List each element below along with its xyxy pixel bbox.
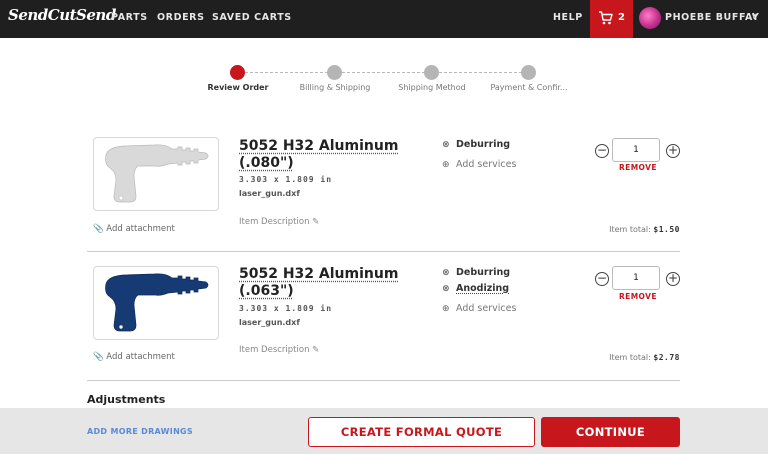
- step-connector: [439, 72, 522, 73]
- service-label: Deburring: [456, 267, 511, 278]
- item-filename: laser_gun.dxf: [239, 318, 300, 327]
- laser-gun-part-image: [105, 273, 209, 332]
- adjustments-heading: Adjustments: [87, 393, 166, 406]
- checkout-footer: ADD MORE DRAWINGS CREATE FORMAL QUOTE CO…: [0, 408, 768, 454]
- item-total-label: Item total:: [609, 225, 651, 234]
- item-total-value: $1.50: [653, 225, 680, 234]
- pencil-icon: ✎: [312, 345, 320, 355]
- chevron-down-icon[interactable]: ∨: [751, 12, 758, 22]
- item-thickness[interactable]: (.063"): [239, 283, 294, 300]
- add-attachment-link[interactable]: 📎 Add attachment: [93, 224, 175, 234]
- create-formal-quote-button[interactable]: CREATE FORMAL QUOTE: [308, 417, 535, 447]
- item-filename: laser_gun.dxf: [239, 189, 300, 198]
- step-label-shipping-method[interactable]: Shipping Method: [377, 83, 487, 92]
- item-dimensions: 3.303 x 1.809 in: [239, 175, 333, 184]
- service-deburring[interactable]: ⊗ Deburring: [442, 139, 510, 150]
- user-menu-name[interactable]: PHOEBE BUFFAY: [665, 12, 759, 23]
- laser-gun-part-image: [105, 144, 209, 203]
- quantity-increase-button[interactable]: +: [666, 272, 680, 286]
- service-anodizing[interactable]: ⊗ Anodizing: [442, 283, 509, 294]
- nav-saved-carts-link[interactable]: SAVED CARTS: [212, 12, 292, 23]
- nav-parts-link[interactable]: PARTS: [111, 12, 148, 23]
- step-label-review[interactable]: Review Order: [183, 83, 293, 92]
- item-thickness[interactable]: (.080"): [239, 155, 294, 172]
- step-label-payment[interactable]: Payment & Confir...: [474, 83, 584, 92]
- item-divider: [87, 251, 680, 252]
- pencil-icon: ✎: [312, 217, 320, 227]
- step-dot-shipping-method[interactable]: [424, 65, 439, 80]
- quantity-input[interactable]: 1: [612, 266, 660, 290]
- add-circle-icon: ⊕: [442, 160, 450, 170]
- cart-icon: [599, 11, 613, 25]
- step-dot-review[interactable]: [230, 65, 245, 80]
- step-connector: [342, 72, 425, 73]
- remove-circle-icon: ⊗: [442, 140, 450, 150]
- add-services-label: Add services: [456, 159, 517, 170]
- item-description-link[interactable]: Item Description ✎: [239, 217, 319, 227]
- brand-logo[interactable]: SendCutSend: [8, 6, 116, 24]
- item-material-title[interactable]: 5052 H32 Aluminum: [239, 266, 398, 283]
- service-deburring[interactable]: ⊗ Deburring: [442, 267, 510, 278]
- step-dot-billing[interactable]: [327, 65, 342, 80]
- quantity-decrease-button[interactable]: −: [595, 272, 609, 286]
- cart-button[interactable]: 2: [590, 0, 633, 38]
- nav-help-link[interactable]: HELP: [553, 12, 583, 23]
- step-label-billing[interactable]: Billing & Shipping: [280, 83, 390, 92]
- nav-orders-link[interactable]: ORDERS: [157, 12, 205, 23]
- remove-circle-icon: ⊗: [442, 268, 450, 278]
- add-services-button[interactable]: ⊕ Add services: [442, 159, 516, 170]
- top-nav: SendCutSend PARTS ORDERS SAVED CARTS HEL…: [0, 0, 768, 38]
- add-services-button[interactable]: ⊕ Add services: [442, 303, 516, 314]
- remove-circle-icon: ⊗: [442, 284, 450, 294]
- remove-item-button[interactable]: REMOVE: [619, 292, 657, 301]
- continue-button[interactable]: CONTINUE: [541, 417, 680, 447]
- item-divider: [87, 380, 680, 381]
- add-more-drawings-link[interactable]: ADD MORE DRAWINGS: [87, 427, 193, 436]
- quantity-decrease-button[interactable]: −: [595, 144, 609, 158]
- item-total: Item total: $2.78: [609, 353, 680, 362]
- quantity-increase-button[interactable]: +: [666, 144, 680, 158]
- step-connector: [245, 72, 328, 73]
- cart-count-badge: 2: [618, 12, 625, 23]
- add-attachment-label: Add attachment: [106, 352, 175, 362]
- remove-item-button[interactable]: REMOVE: [619, 163, 657, 172]
- item-total: Item total: $1.50: [609, 225, 680, 234]
- item-material-title[interactable]: 5052 H32 Aluminum: [239, 138, 398, 155]
- add-circle-icon: ⊕: [442, 304, 450, 314]
- step-dot-payment[interactable]: [521, 65, 536, 80]
- add-attachment-link[interactable]: 📎 Add attachment: [93, 352, 175, 362]
- item-description-label: Item Description: [239, 345, 310, 355]
- item-description-label: Item Description: [239, 217, 310, 227]
- avatar[interactable]: [639, 7, 661, 29]
- add-attachment-label: Add attachment: [106, 224, 175, 234]
- service-label: Deburring: [456, 139, 511, 150]
- add-services-label: Add services: [456, 303, 517, 314]
- part-preview[interactable]: [93, 137, 219, 211]
- paperclip-icon: 📎: [93, 352, 104, 362]
- paperclip-icon: 📎: [93, 224, 104, 234]
- part-preview[interactable]: [93, 266, 219, 340]
- item-total-value: $2.78: [653, 353, 680, 362]
- service-label: Anodizing: [456, 283, 510, 294]
- quantity-input[interactable]: 1: [612, 138, 660, 162]
- item-description-link[interactable]: Item Description ✎: [239, 345, 319, 355]
- item-dimensions: 3.303 x 1.809 in: [239, 304, 333, 313]
- item-total-label: Item total:: [609, 353, 651, 362]
